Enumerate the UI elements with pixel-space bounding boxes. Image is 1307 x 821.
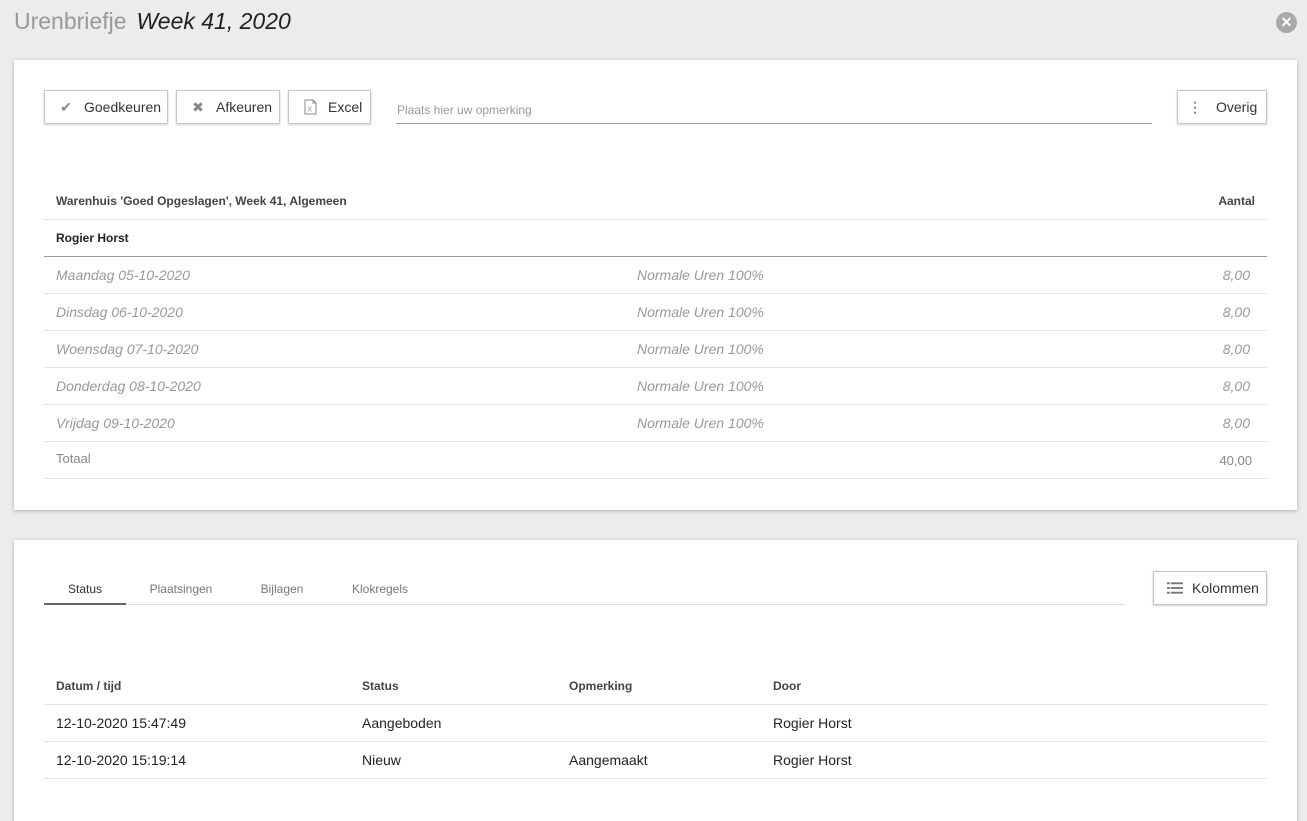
table-row: Donderdag 08-10-2020 Normale Uren 100% 8,0… [44,368,1267,405]
app-title: Urenbriefje [14,8,127,34]
hour-amount: 8,00 [1222,341,1250,357]
cross-icon: ✖ [192,98,204,115]
day-label: Donderdag 08-10-2020 [56,378,201,394]
person-name: Rogier Horst [56,231,129,245]
check-icon: ✔ [60,98,72,115]
hours-table-title: Warenhuis 'Goed Opgeslagen', Week 41, Al… [56,194,347,208]
more-label: Overig [1216,99,1258,115]
col-by: Door [773,679,801,693]
hour-type: Normale Uren 100% [637,415,764,431]
hour-amount: 8,00 [1222,304,1250,320]
status-rows: 12-10-2020 15:47:49 Aangeboden Rogier Hors… [44,705,1267,779]
more-button[interactable]: ⋮ Overig [1177,90,1267,124]
page-header: Urenbriefje Week 41, 2020 [14,8,291,38]
datetime-cell: 12-10-2020 15:47:49 [56,715,186,731]
columns-button[interactable]: Kolommen [1153,571,1267,605]
week-title: Week 41, 2020 [136,8,291,34]
list-icon [1167,582,1183,594]
table-row: 12-10-2020 15:19:14 Nieuw Aangemaakt Rogier… [44,742,1267,779]
remark-input[interactable] [396,90,1152,124]
excel-file-icon: X [302,99,318,115]
day-label: Dinsdag 06-10-2020 [56,304,183,320]
hour-type: Normale Uren 100% [637,341,764,357]
tab-plaatsingen[interactable]: Plaatsingen [140,573,222,605]
status-cell: Aangeboden [362,715,442,731]
day-rows: Maandag 05-10-2020 Normale Uren 100% 8,00 D… [44,257,1267,442]
total-value: 40,00 [1219,453,1252,468]
by-cell: Rogier Horst [773,715,852,731]
tab-bijlagen[interactable]: Bijlagen [256,573,308,605]
status-cell: Nieuw [362,752,401,768]
by-cell: Rogier Horst [773,752,852,768]
person-row: Rogier Horst [44,220,1267,257]
amount-header: Aantal [1218,194,1255,208]
close-icon[interactable]: ✕ [1276,12,1297,33]
table-row: Dinsdag 06-10-2020 Normale Uren 100% 8,00 [44,294,1267,331]
reject-button[interactable]: ✖ Afkeuren [176,90,280,124]
col-remark: Opmerking [569,679,633,693]
hour-amount: 8,00 [1222,267,1250,283]
status-card: Status Plaatsingen Bijlagen Klokregels K… [14,540,1297,821]
hours-table-header: Warenhuis 'Goed Opgeslagen', Week 41, Al… [44,183,1267,220]
day-label: Maandag 05-10-2020 [56,267,190,283]
status-table: Datum / tijd Status Opmerking Door 12-10… [44,668,1267,779]
hour-type: Normale Uren 100% [637,267,764,283]
datetime-cell: 12-10-2020 15:19:14 [56,752,186,768]
hours-table: Warenhuis 'Goed Opgeslagen', Week 41, Al… [44,183,1267,479]
table-row: Maandag 05-10-2020 Normale Uren 100% 8,00 [44,257,1267,294]
day-label: Vrijdag 09-10-2020 [56,415,175,431]
tab-bar: Status Plaatsingen Bijlagen Klokregels [44,573,1125,605]
svg-text:X: X [307,107,312,114]
hour-amount: 8,00 [1222,378,1250,394]
approve-label: Goedkeuren [84,99,162,115]
table-row: 12-10-2020 15:47:49 Aangeboden Rogier Hors… [44,705,1267,742]
remark-cell: Aangemaakt [569,752,648,768]
tab-klokregels[interactable]: Klokregels [344,573,416,605]
status-table-header: Datum / tijd Status Opmerking Door [44,668,1267,705]
reject-label: Afkeuren [216,99,273,115]
hour-type: Normale Uren 100% [637,378,764,394]
columns-label: Kolommen [1192,580,1259,596]
table-row: Vrijdag 09-10-2020 Normale Uren 100% 8,00 [44,405,1267,442]
excel-label: Excel [328,99,363,115]
table-row: Woensdag 07-10-2020 Normale Uren 100% 8,00 [44,331,1267,368]
col-status: Status [362,679,399,693]
hour-amount: 8,00 [1222,415,1250,431]
excel-button[interactable]: X Excel [288,90,371,124]
vertical-dots-icon: ⋮ [1188,98,1202,115]
tab-status[interactable]: Status [44,573,126,605]
timesheet-card: ✔ Goedkeuren ✖ Afkeuren X Excel ⋮ Overig… [14,60,1297,510]
approve-button[interactable]: ✔ Goedkeuren [44,90,168,124]
day-label: Woensdag 07-10-2020 [56,341,199,357]
col-datetime: Datum / tijd [56,679,122,693]
total-label: Totaal [56,451,91,466]
total-row: Totaal 40,00 [44,442,1267,479]
hour-type: Normale Uren 100% [637,304,764,320]
